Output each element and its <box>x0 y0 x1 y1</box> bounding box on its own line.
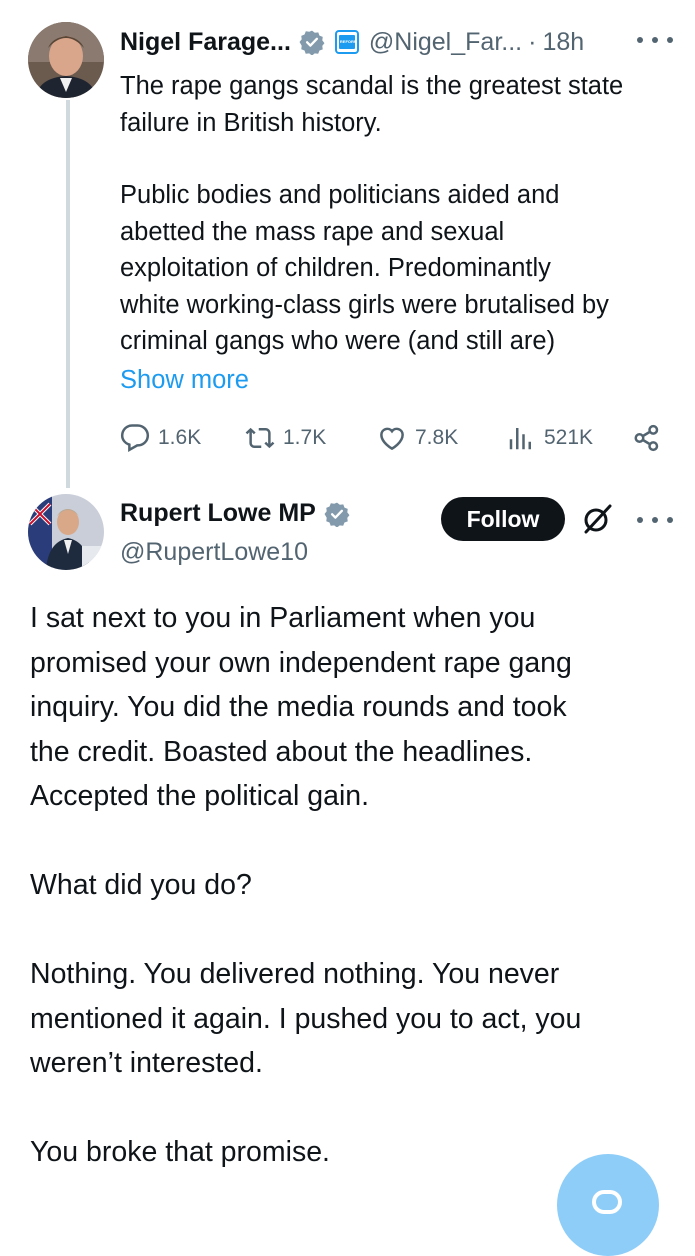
compose-fab-button[interactable] <box>557 1154 659 1256</box>
text-line: What did you do? <box>30 869 252 901</box>
text-line: Public bodies and politicians aided and <box>120 181 560 209</box>
author-name[interactable]: Nigel Farage... <box>120 28 291 57</box>
views-icon <box>509 428 531 450</box>
more-icon[interactable] <box>637 510 673 530</box>
reform-affiliate-badge-icon[interactable] <box>334 30 359 54</box>
text-line: I sat next to you in Parliament when you <box>30 602 536 634</box>
text-line: exploitation of children. Predominantly <box>120 254 551 282</box>
text-line: mentioned it again. I pushed you to act,… <box>30 1002 582 1035</box>
tweet-text: The rape gangs scandal is the greatest s… <box>120 68 675 360</box>
text-line: inquiry. You did the media rounds and to… <box>30 691 567 723</box>
verified-badge-icon <box>324 501 350 528</box>
avatar[interactable] <box>28 494 104 570</box>
timestamp[interactable]: 18h <box>542 28 584 57</box>
author-handle[interactable]: @RupertLowe10 <box>120 538 308 567</box>
author-name[interactable]: Rupert Lowe MP <box>120 499 316 528</box>
text-line: Accepted the political gain. <box>30 780 370 812</box>
follow-button[interactable]: Follow <box>441 497 565 541</box>
avatar[interactable] <box>28 22 104 98</box>
views-count: 521K <box>544 426 594 449</box>
more-icon[interactable] <box>637 30 673 50</box>
share-icon <box>634 424 659 452</box>
repost-button[interactable]: 1.7K <box>245 420 326 456</box>
like-icon <box>380 427 404 451</box>
text-line: failure in British history. <box>120 108 382 137</box>
tweet-text: I sat next to you in Parliament when you… <box>30 596 670 1175</box>
tweet-header: Nigel Farage... @Nigel_Far... · 18h <box>120 22 584 62</box>
tweet-actions: 1.6K 1.7K 7.8K 521K <box>120 420 665 456</box>
text-line: the credit. Boasted about the headlines. <box>30 735 533 768</box>
show-more-link[interactable]: Show more <box>120 362 249 398</box>
reply-icon <box>120 424 150 453</box>
author-name-row: Rupert Lowe MP <box>120 499 350 528</box>
text-line: promised your own independent rape gang <box>30 646 572 679</box>
reply-button[interactable]: 1.6K <box>120 420 201 456</box>
text-line: white working-class girls were brutalise… <box>120 290 609 319</box>
text-line: abetted the mass rape and sexual <box>120 217 505 246</box>
text-line: The rape gangs scandal is the greatest s… <box>120 72 624 100</box>
thread-connector-line <box>66 100 70 488</box>
like-count: 7.8K <box>415 426 459 449</box>
repost-count: 1.7K <box>283 426 327 449</box>
separator-dot: · <box>528 27 537 56</box>
text-line: weren’t interested. <box>30 1047 263 1079</box>
verified-badge-icon <box>299 29 325 56</box>
author-handle[interactable]: @Nigel_Far... <box>369 28 522 57</box>
text-line: criminal gangs who were (and still are) <box>120 327 556 355</box>
grok-icon[interactable] <box>580 502 614 536</box>
compose-fab-icon <box>592 1190 622 1214</box>
views-button[interactable]: 521K <box>506 420 593 456</box>
like-button[interactable]: 7.8K <box>377 420 458 456</box>
reply-count: 1.6K <box>158 426 202 449</box>
repost-icon <box>245 427 275 449</box>
text-line: Nothing. You delivered nothing. You neve… <box>30 958 560 990</box>
share-button[interactable] <box>632 420 670 456</box>
